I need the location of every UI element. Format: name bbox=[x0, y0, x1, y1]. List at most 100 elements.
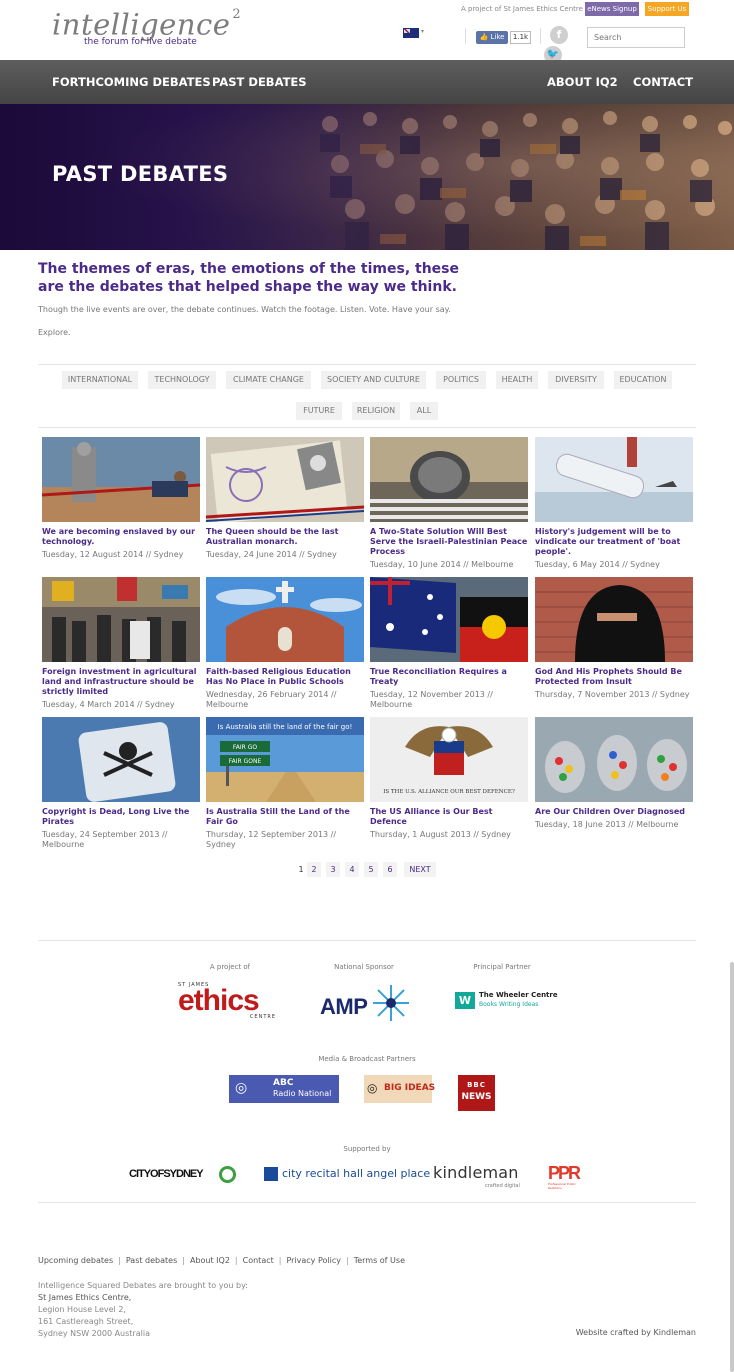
nav-past-debates[interactable]: PAST DEBATES bbox=[212, 60, 307, 104]
divider bbox=[38, 364, 696, 365]
debate-title: Foreign investment in agricultural land … bbox=[42, 667, 197, 696]
intro-explore: Explore. bbox=[38, 328, 71, 337]
city-of-sydney-logo[interactable]: CITYOFSYDNEY bbox=[129, 1165, 239, 1187]
filter-international[interactable]: INTERNATIONAL bbox=[62, 371, 138, 389]
filter-technology[interactable]: TECHNOLOGY bbox=[148, 371, 216, 389]
address-line: 161 Castlereagh Street, bbox=[38, 1317, 134, 1326]
debate-card[interactable]: Faith-based Religious Education Has No P… bbox=[206, 577, 364, 710]
debate-thumbnail bbox=[370, 437, 528, 522]
scrollbar[interactable] bbox=[730, 962, 734, 1372]
divider bbox=[540, 28, 541, 44]
debate-thumbnail bbox=[42, 577, 200, 662]
footer-link-terms-of-use[interactable]: Terms of Use bbox=[354, 1256, 405, 1265]
project-of-text: A project of St James Ethics Centre bbox=[461, 5, 583, 13]
debate-title: God And His Prophets Should Be Protected… bbox=[535, 667, 682, 686]
city-of-sydney-emblem-icon bbox=[219, 1166, 236, 1183]
debate-card[interactable]: History's judgement will be to vindicate… bbox=[535, 437, 693, 570]
footer-link-past-debates[interactable]: Past debates bbox=[126, 1256, 177, 1265]
debate-card[interactable]: IS THE U.S. ALLIANCE OUR BEST DEFENCE? T… bbox=[370, 717, 528, 840]
filter-society-and-culture[interactable]: SOCIETY AND CULTURE bbox=[321, 371, 426, 389]
debate-thumbnail bbox=[370, 577, 528, 662]
nav-forthcoming-debates[interactable]: FORTHCOMING DEBATES bbox=[52, 60, 211, 104]
debate-meta: Thursday, 7 November 2013 // Sydney bbox=[535, 690, 690, 699]
filter-future[interactable]: FUTURE bbox=[296, 402, 342, 420]
debate-meta: Thursday, 1 August 2013 // Sydney bbox=[370, 830, 511, 839]
debate-title: History's judgement will be to vindicate… bbox=[535, 527, 681, 556]
debate-meta: Thursday, 12 September 2013 // Sydney bbox=[206, 830, 337, 849]
debate-card[interactable]: Are Our Children Over Diagnosed Tuesday,… bbox=[535, 717, 693, 830]
debate-card[interactable]: A Two-State Solution Will Best Serve the… bbox=[370, 437, 528, 570]
bbc-news-logo[interactable]: BBC NEWS bbox=[458, 1075, 495, 1111]
hero-banner: PAST DEBATES bbox=[0, 104, 734, 250]
page-2[interactable]: 2 bbox=[307, 862, 321, 877]
australia-flag-icon[interactable] bbox=[403, 28, 419, 38]
filter-religion[interactable]: RELIGION bbox=[352, 402, 400, 420]
debate-title: Are Our Children Over Diagnosed bbox=[535, 807, 685, 816]
debate-title: Faith-based Religious Education Has No P… bbox=[206, 667, 351, 686]
ethics-centre-logo[interactable]: ST JAMES ethics CENTRE bbox=[178, 982, 280, 1026]
amp-logo[interactable]: AMP bbox=[320, 984, 410, 1024]
footer-link-privacy-policy[interactable]: Privacy Policy bbox=[286, 1256, 341, 1265]
fairgo-sign-text: FAIR GO bbox=[233, 744, 258, 751]
debate-card[interactable]: Is Australia still the land of the fair … bbox=[206, 717, 364, 850]
media-partners-label: Media & Broadcast Partners bbox=[318, 1055, 416, 1063]
amp-star-icon bbox=[373, 985, 409, 1021]
footer-link-about-iq2[interactable]: About IQ2 bbox=[190, 1256, 230, 1265]
debate-meta: Tuesday, 24 September 2013 // Melbourne bbox=[42, 830, 168, 849]
support-us-button[interactable]: Support Us bbox=[645, 2, 689, 16]
crafted-by-link[interactable]: Website crafted by Kindleman bbox=[576, 1328, 696, 1337]
filter-all[interactable]: ALL bbox=[410, 402, 438, 420]
debate-meta: Tuesday, 24 June 2014 // Sydney bbox=[206, 550, 337, 559]
facebook-like-button[interactable]: 👍 Like bbox=[476, 31, 508, 44]
recital-hall-emblem-icon bbox=[264, 1167, 278, 1181]
facebook-like-count: 1.1k bbox=[510, 31, 531, 44]
page-1[interactable]: 1 bbox=[296, 862, 306, 877]
abc-radio-national-logo[interactable]: ◎ ABC Radio National bbox=[229, 1075, 339, 1103]
filter-climate-change[interactable]: CLIMATE CHANGE bbox=[226, 371, 311, 389]
debate-card[interactable]: Copyright is Dead, Long Live the Pirates… bbox=[42, 717, 200, 850]
next-page-button[interactable]: NEXT bbox=[404, 862, 436, 877]
debate-card[interactable]: Foreign investment in agricultural land … bbox=[42, 577, 200, 710]
fairgone-sign-text: FAIR GONE bbox=[229, 758, 262, 765]
search-input[interactable] bbox=[587, 27, 685, 48]
debate-card[interactable]: We are becoming enslaved by our technolo… bbox=[42, 437, 200, 560]
ppr-logo[interactable]: PPR Professional Public Relations bbox=[548, 1163, 592, 1191]
big-ideas-logo[interactable]: ◎ BIG IDEAS bbox=[364, 1075, 435, 1103]
debate-thumbnail bbox=[535, 437, 693, 522]
filter-diversity[interactable]: DIVERSITY bbox=[548, 371, 604, 389]
debate-card[interactable]: True Reconciliation Requires a Treaty Tu… bbox=[370, 577, 528, 710]
page-3[interactable]: 3 bbox=[326, 862, 340, 877]
nav-contact[interactable]: CONTACT bbox=[633, 60, 693, 104]
filter-health[interactable]: HEALTH bbox=[496, 371, 538, 389]
debate-thumbnail bbox=[535, 577, 693, 662]
enews-signup-button[interactable]: eNews Signup bbox=[585, 2, 639, 16]
site-logo[interactable]: intelligence 2 the forum for live debate bbox=[52, 6, 241, 47]
page-6[interactable]: 6 bbox=[383, 862, 397, 877]
debate-card[interactable]: God And His Prophets Should Be Protected… bbox=[535, 577, 693, 700]
divider bbox=[38, 940, 696, 941]
wheeler-centre-logo[interactable]: W The Wheeler Centre Books Writing Ideas bbox=[455, 990, 558, 1012]
debate-card[interactable]: The Queen should be the last Australian … bbox=[206, 437, 364, 560]
city-recital-hall-logo[interactable]: city recital hall angel place bbox=[264, 1165, 430, 1185]
intro-heading: The themes of eras, the emotions of the … bbox=[38, 261, 459, 295]
footer-link-contact[interactable]: Contact bbox=[243, 1256, 274, 1265]
divider bbox=[465, 28, 466, 44]
facebook-icon[interactable]: f bbox=[550, 26, 568, 44]
page-5[interactable]: 5 bbox=[364, 862, 378, 877]
debate-meta: Tuesday, 12 August 2014 // Sydney bbox=[42, 550, 184, 559]
filter-politics[interactable]: POLITICS bbox=[436, 371, 486, 389]
main-nav: FORTHCOMING DEBATES PAST DEBATES ABOUT I… bbox=[0, 60, 734, 104]
footer-links: Upcoming debates | Past debates | About IQ2 |… bbox=[38, 1256, 405, 1265]
filter-education[interactable]: EDUCATION bbox=[614, 371, 672, 389]
page-title: PAST DEBATES bbox=[52, 162, 229, 186]
site-header: intelligence 2 the forum for live debate … bbox=[0, 0, 734, 64]
chevron-down-icon[interactable]: ▾ bbox=[421, 28, 424, 35]
debate-meta: Tuesday, 12 November 2013 // Melbourne bbox=[370, 690, 493, 709]
kindleman-logo[interactable]: kindleman crafted digital bbox=[433, 1163, 525, 1191]
footer-link-upcoming-debates[interactable]: Upcoming debates bbox=[38, 1256, 113, 1265]
page-4[interactable]: 4 bbox=[345, 862, 359, 877]
nav-about-iq2[interactable]: ABOUT IQ2 bbox=[547, 60, 618, 104]
debate-meta: Tuesday, 4 March 2014 // Sydney bbox=[42, 700, 175, 709]
intro-paragraph: Though the live events are over, the deb… bbox=[38, 305, 451, 314]
footer-address: Intelligence Squared Debates are brought… bbox=[38, 1280, 248, 1340]
